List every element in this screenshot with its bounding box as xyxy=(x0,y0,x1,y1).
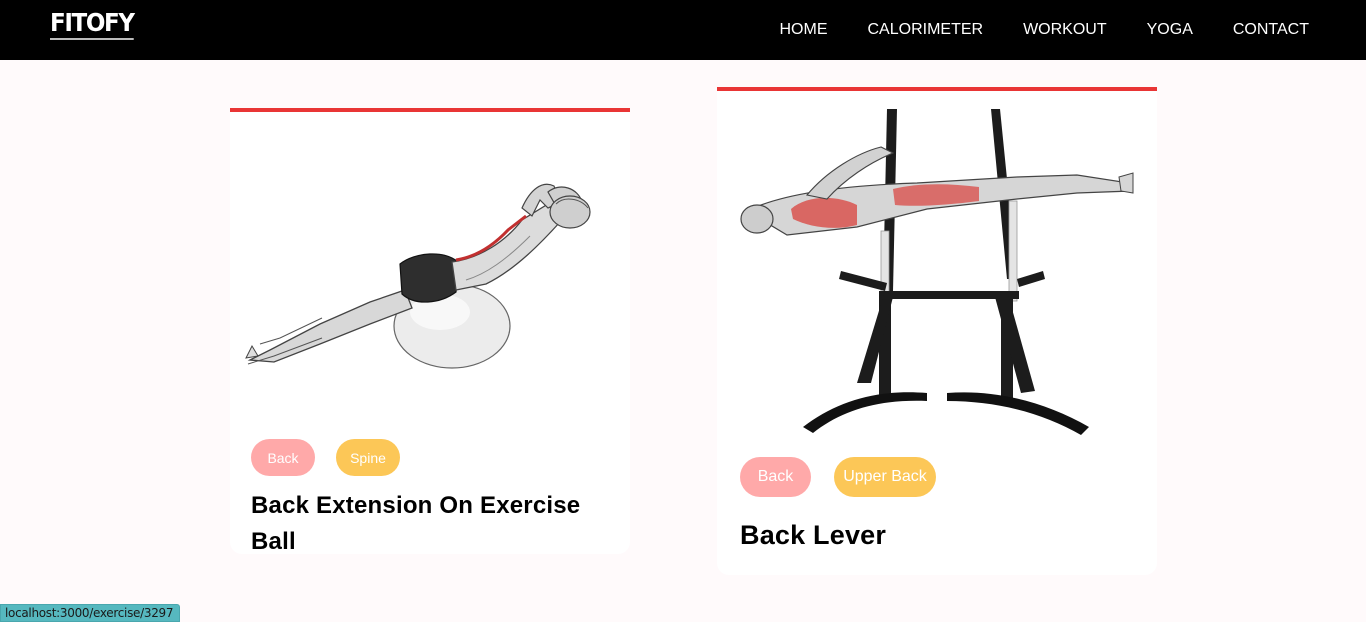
navbar: FITOFY HOME CALORIMETER WORKOUT YOGA CON… xyxy=(0,0,1366,60)
exercise-card-back-extension[interactable]: Back Spine Back Extension On Exercise Ba… xyxy=(230,108,630,554)
back-lever-illustration xyxy=(740,109,1134,435)
status-bar-url: localhost:3000/exercise/3297 xyxy=(0,604,181,622)
tag-target-muscle[interactable]: Upper Back xyxy=(834,457,936,497)
nav-link-home[interactable]: HOME xyxy=(780,21,828,39)
nav-link-workout[interactable]: WORKOUT xyxy=(1023,21,1107,39)
tag-target-muscle[interactable]: Spine xyxy=(336,439,400,476)
site-logo[interactable]: FITOFY xyxy=(50,8,135,40)
exercise-card-back-lever[interactable]: Back Upper Back Back Lever xyxy=(717,87,1157,575)
nav-link-contact[interactable]: CONTACT xyxy=(1233,21,1309,39)
back-extension-illustration xyxy=(245,183,591,369)
nav-link-yoga[interactable]: YOGA xyxy=(1147,21,1193,39)
nav-link-calorimeter[interactable]: CALORIMETER xyxy=(868,21,984,39)
tag-body-part[interactable]: Back xyxy=(740,457,811,497)
nav-links: HOME CALORIMETER WORKOUT YOGA CONTACT xyxy=(740,0,1310,60)
exercise-title: Back Lever xyxy=(740,520,887,550)
exercise-title: Back Extension On Exercise Ball xyxy=(251,492,581,554)
tag-body-part[interactable]: Back xyxy=(251,439,315,476)
